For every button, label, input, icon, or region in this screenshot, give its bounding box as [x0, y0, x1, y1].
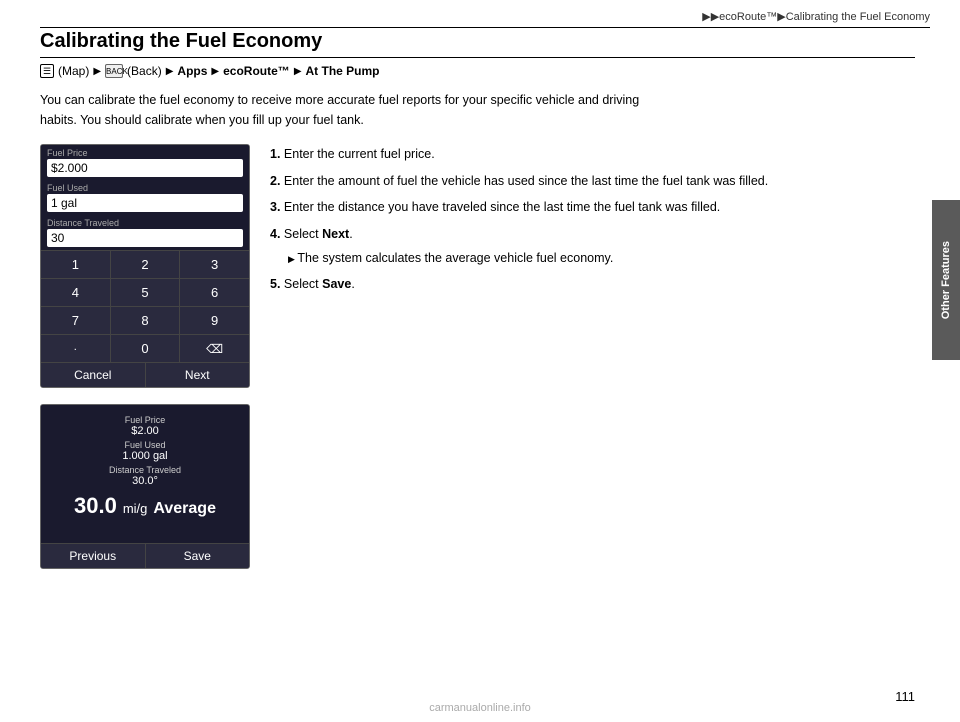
summary-big-number: 30.0: [74, 493, 117, 519]
breadcrumb-ecoroute: ecoRoute™: [223, 64, 290, 78]
key-3[interactable]: 3: [180, 251, 249, 278]
fuel-price-label: Fuel Price: [47, 148, 243, 158]
device-screen-1: Fuel Price $2.000 Fuel Used 1 gal Distan…: [40, 144, 250, 388]
summary-fuel-price-value: $2.00: [49, 425, 241, 437]
fuel-used-label: Fuel Used: [47, 183, 243, 193]
key-backspace[interactable]: ⌫: [180, 335, 249, 362]
step-1: Enter the current fuel price.: [270, 144, 915, 165]
steps-list: Enter the current fuel price. Enter the …: [270, 144, 915, 295]
chapter-label: Other Features: [940, 241, 952, 319]
breadcrumb-apps: Apps: [177, 64, 207, 78]
step-2: Enter the amount of fuel the vehicle has…: [270, 171, 915, 192]
distance-value[interactable]: 30: [47, 229, 243, 247]
summary-screen: Fuel Price $2.00 Fuel Used 1.000 gal Dis…: [41, 405, 249, 535]
previous-button[interactable]: Previous: [41, 544, 145, 568]
two-column-layout: Fuel Price $2.000 Fuel Used 1 gal Distan…: [40, 144, 915, 569]
breadcrumb-back-label: (Back): [127, 64, 162, 78]
key-5[interactable]: 5: [111, 279, 180, 306]
breadcrumb-pump: At The Pump: [306, 64, 380, 78]
distance-traveled-field: Distance Traveled 30: [41, 215, 249, 250]
main-content: Calibrating the Fuel Economy ☰ (Map) ▶ B…: [40, 30, 915, 682]
cancel-button[interactable]: Cancel: [41, 363, 145, 387]
watermark: carmanualonline.info: [429, 702, 531, 714]
fuel-used-value[interactable]: 1 gal: [47, 194, 243, 212]
intro-paragraph: You can calibrate the fuel economy to re…: [40, 90, 660, 130]
section-title: Calibrating the Fuel Economy: [40, 30, 915, 58]
summary-distance-value: 30.0°: [49, 475, 241, 487]
summary-unit: mi/g: [123, 501, 148, 516]
summary-fuel-used-value: 1.000 gal: [49, 450, 241, 462]
summary-distance-label: Distance Traveled: [49, 465, 241, 475]
key-6[interactable]: 6: [180, 279, 249, 306]
step-4-subtext: The system calculates the average vehicl…: [270, 248, 915, 269]
key-0[interactable]: 0: [111, 335, 180, 362]
fuel-price-value[interactable]: $2.000: [47, 159, 243, 177]
key-4[interactable]: 4: [41, 279, 110, 306]
next-button[interactable]: Next: [146, 363, 250, 387]
key-2[interactable]: 2: [111, 251, 180, 278]
summary-nav-buttons: Previous Save: [41, 543, 249, 568]
step-3: Enter the distance you have traveled sin…: [270, 197, 915, 218]
save-button[interactable]: Save: [146, 544, 250, 568]
header-breadcrumb: ▶▶ecoRoute™▶Calibrating the Fuel Economy: [702, 11, 930, 23]
screen-action-buttons: Cancel Next: [41, 362, 249, 387]
key-7[interactable]: 7: [41, 307, 110, 334]
device-screen-2: Fuel Price $2.00 Fuel Used 1.000 gal Dis…: [40, 404, 250, 569]
page-header: ▶▶ecoRoute™▶Calibrating the Fuel Economy: [40, 10, 930, 28]
summary-average-label: Average: [153, 500, 216, 518]
summary-fuel-used-label: Fuel Used: [49, 440, 241, 450]
screens-column: Fuel Price $2.000 Fuel Used 1 gal Distan…: [40, 144, 250, 569]
map-icon: ☰: [40, 64, 54, 78]
keypad: 1 2 3 4 5 6 7 8 9 . 0 ⌫: [41, 250, 249, 362]
instructions-column: Enter the current fuel price. Enter the …: [270, 144, 915, 301]
key-1[interactable]: 1: [41, 251, 110, 278]
summary-fuel-price-label: Fuel Price: [49, 415, 241, 425]
summary-average-display: 30.0 mi/g Average: [49, 493, 241, 519]
step-4: Select Next. The system calculates the a…: [270, 224, 915, 268]
key-dot[interactable]: .: [41, 335, 110, 362]
distance-label: Distance Traveled: [47, 218, 243, 228]
screen-form: Fuel Price $2.000 Fuel Used 1 gal Distan…: [41, 145, 249, 250]
page-number: 111: [895, 689, 915, 704]
chapter-tab: Other Features: [932, 200, 960, 360]
step-5: Select Save.: [270, 274, 915, 295]
key-8[interactable]: 8: [111, 307, 180, 334]
back-icon: BACK: [105, 64, 123, 78]
breadcrumb-map-label: (Map): [58, 64, 89, 78]
key-9[interactable]: 9: [180, 307, 249, 334]
breadcrumb: ☰ (Map) ▶ BACK (Back) ▶ Apps ▶ ecoRoute™…: [40, 64, 915, 78]
fuel-price-field: Fuel Price $2.000: [41, 145, 249, 180]
fuel-used-field: Fuel Used 1 gal: [41, 180, 249, 215]
